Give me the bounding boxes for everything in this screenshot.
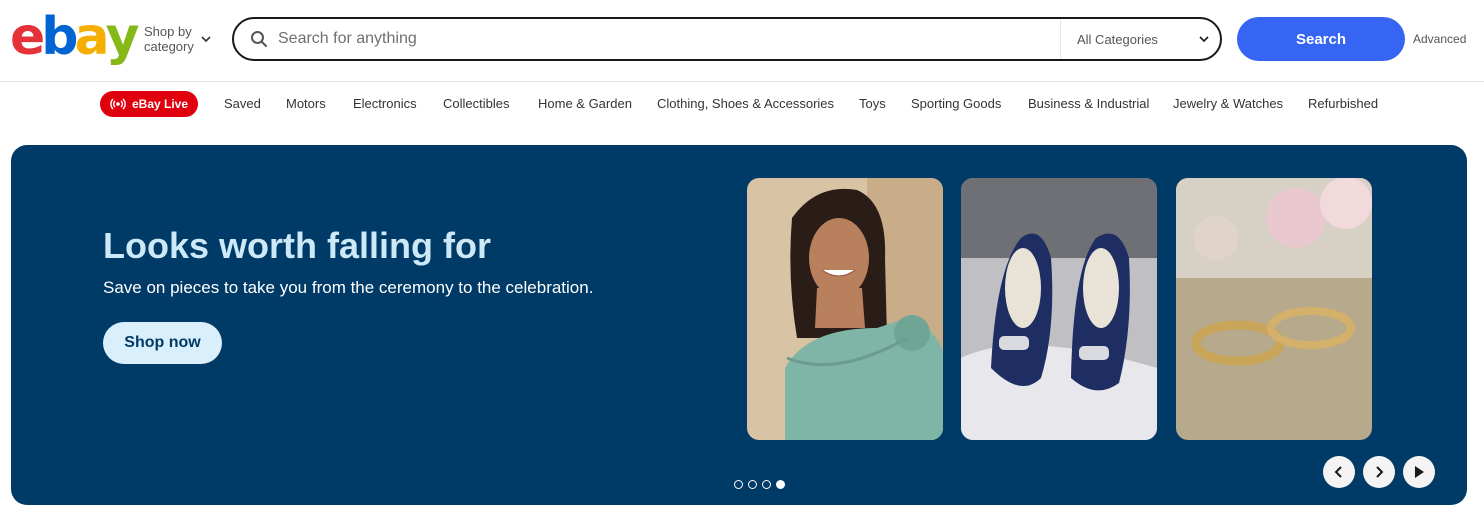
hero-title: Looks worth falling for: [103, 225, 491, 266]
shop-by-line2: category: [144, 39, 194, 54]
nav-item-collectibles[interactable]: Collectibles: [443, 96, 509, 111]
nav-item-business-industrial[interactable]: Business & Industrial: [1028, 96, 1149, 111]
chevron-down-icon: [1199, 36, 1209, 43]
nav-item-refurbished[interactable]: Refurbished: [1308, 96, 1378, 111]
carousel-dot[interactable]: [762, 480, 771, 489]
logo-letter-a: a: [74, 7, 110, 67]
search-icon: [251, 31, 267, 47]
gold-rings-image: [1176, 178, 1372, 440]
site-header: e b a y Shop by category All Categories …: [0, 0, 1484, 82]
carousel-dots: [734, 480, 785, 489]
broadcast-icon: [110, 98, 126, 110]
carousel-prev-button[interactable]: [1323, 456, 1355, 488]
carousel-dot[interactable]: [748, 480, 757, 489]
hero-subtitle: Save on pieces to take you from the cere…: [103, 278, 594, 297]
nav-item-toys[interactable]: Toys: [859, 96, 886, 111]
chevron-down-icon: [201, 36, 211, 43]
nav-item-electronics[interactable]: Electronics: [353, 96, 417, 111]
nav-item-motors[interactable]: Motors: [286, 96, 326, 111]
tile-navy-heels[interactable]: [961, 178, 1157, 440]
nav-item-sporting-goods[interactable]: Sporting Goods: [911, 96, 1001, 111]
logo-letter-e: e: [10, 7, 45, 67]
category-nav: eBay Live Saved Motors Electronics Colle…: [0, 83, 1484, 125]
advanced-search-link[interactable]: Advanced: [1413, 32, 1466, 46]
chevron-right-icon: [1376, 466, 1384, 478]
chevron-left-icon: [1334, 466, 1342, 478]
nav-item-saved[interactable]: Saved: [224, 96, 261, 111]
hero-banner: Looks worth falling for Save on pieces t…: [11, 145, 1467, 505]
shop-by-category-button[interactable]: Shop by category: [144, 24, 212, 54]
ebay-live-label: eBay Live: [132, 97, 189, 111]
carousel-dot-active[interactable]: [776, 480, 785, 489]
search-bar: All Categories: [232, 17, 1222, 61]
shop-now-button[interactable]: Shop now: [103, 322, 222, 364]
nav-item-home-garden[interactable]: Home & Garden: [538, 96, 632, 111]
search-input[interactable]: [278, 21, 1038, 57]
ebay-logo[interactable]: e b a y: [10, 7, 140, 67]
category-select[interactable]: All Categories: [1060, 19, 1222, 59]
category-selected-label: All Categories: [1077, 31, 1158, 47]
tile-gold-rings[interactable]: [1176, 178, 1372, 440]
nav-item-jewelry-watches[interactable]: Jewelry & Watches: [1173, 96, 1283, 111]
ebay-live-button[interactable]: eBay Live: [100, 91, 199, 117]
shop-by-line1: Shop by: [144, 24, 192, 39]
carousel-dot[interactable]: [734, 480, 743, 489]
carousel-next-button[interactable]: [1363, 456, 1395, 488]
logo-letter-b: b: [41, 7, 78, 67]
navy-heels-image: [961, 178, 1157, 440]
search-button[interactable]: Search: [1237, 17, 1405, 61]
play-icon: [1415, 466, 1424, 478]
tile-woman-in-teal-dress[interactable]: [747, 178, 943, 440]
nav-item-clothing[interactable]: Clothing, Shoes & Accessories: [657, 96, 834, 111]
woman-in-teal-dress-image: [747, 178, 943, 440]
carousel-play-button[interactable]: [1403, 456, 1435, 488]
logo-letter-y: y: [105, 7, 140, 67]
